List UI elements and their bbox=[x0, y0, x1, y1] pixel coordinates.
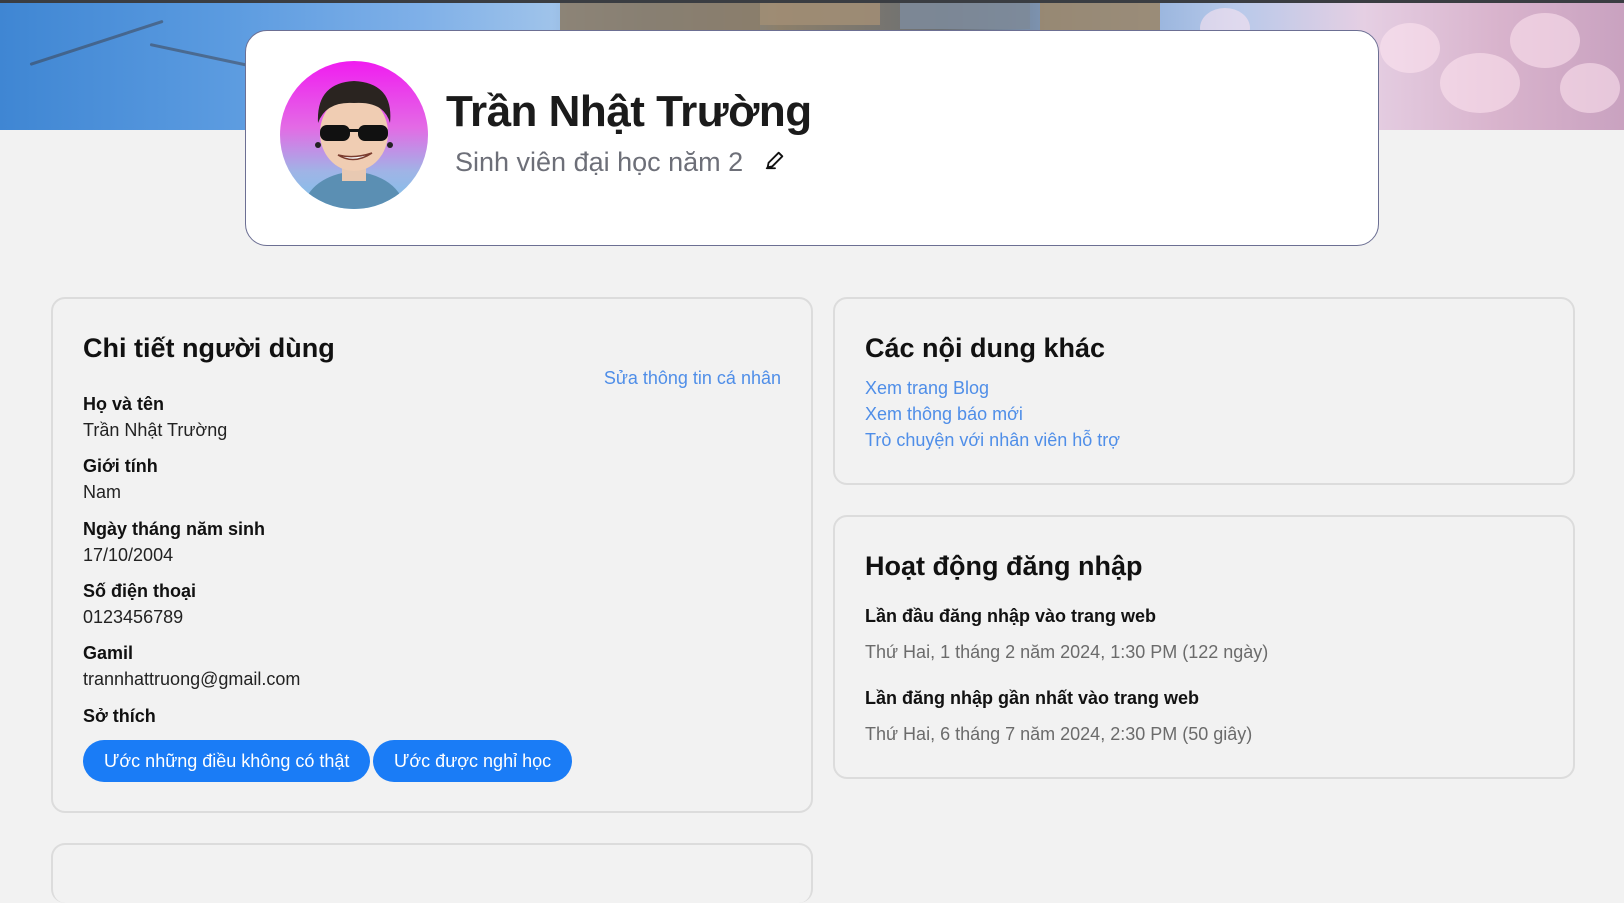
field-value-gender: Nam bbox=[83, 482, 122, 502]
login-activity-title: Hoạt động đăng nhập bbox=[865, 551, 1143, 581]
user-details-card: Chi tiết người dùng Sửa thông tin cá nhâ… bbox=[51, 297, 813, 813]
field-value-fullname: Trần Nhật Trường bbox=[83, 420, 228, 440]
avatar[interactable] bbox=[280, 61, 428, 209]
edit-profile-link[interactable]: Sửa thông tin cá nhân bbox=[604, 368, 781, 389]
notifications-link[interactable]: Xem thông báo mới bbox=[865, 404, 1023, 425]
hobby-chip[interactable]: Ước những điều không có thật bbox=[83, 740, 371, 782]
field-label-email: Gamil bbox=[83, 643, 134, 663]
profile-header-card: Trần Nhật Trường Sinh viên đại học năm 2 bbox=[245, 30, 1379, 246]
user-details-title: Chi tiết người dùng bbox=[83, 333, 335, 363]
login-activity-card: Hoạt động đăng nhập Lần đầu đăng nhập và… bbox=[833, 515, 1575, 779]
other-content-card: Các nội dung khác Xem trang Blog Xem thô… bbox=[833, 297, 1575, 485]
profile-subtitle: Sinh viên đại học năm 2 bbox=[455, 147, 744, 177]
pencil-icon[interactable] bbox=[764, 149, 786, 171]
first-login-label: Lần đầu đăng nhập vào trang web bbox=[865, 606, 1157, 626]
blog-link[interactable]: Xem trang Blog bbox=[865, 378, 989, 399]
profile-name: Trần Nhật Trường bbox=[446, 87, 812, 136]
field-label-gender: Giới tính bbox=[83, 456, 158, 476]
field-label-birthdate: Ngày tháng năm sinh bbox=[83, 519, 266, 539]
last-login-label: Lần đăng nhập gần nhất vào trang web bbox=[865, 688, 1200, 708]
hobby-chip[interactable]: Ước được nghỉ học bbox=[373, 740, 573, 782]
field-value-birthdate: 17/10/2004 bbox=[83, 545, 174, 565]
other-content-title: Các nội dung khác bbox=[865, 333, 1106, 363]
next-card bbox=[51, 843, 813, 903]
field-value-phone: 0123456789 bbox=[83, 607, 184, 627]
first-login-value: Thứ Hai, 1 tháng 2 năm 2024, 1:30 PM (12… bbox=[865, 642, 1269, 662]
field-label-phone: Số điện thoại bbox=[83, 581, 197, 601]
field-value-email: trannhattruong@gmail.com bbox=[83, 669, 301, 689]
field-label-fullname: Họ và tên bbox=[83, 394, 165, 414]
support-chat-link[interactable]: Trò chuyện với nhân viên hỗ trợ bbox=[865, 430, 1120, 451]
last-login-value: Thứ Hai, 6 tháng 7 năm 2024, 2:30 PM (50… bbox=[865, 724, 1253, 744]
field-label-hobbies: Sở thích bbox=[83, 706, 156, 726]
